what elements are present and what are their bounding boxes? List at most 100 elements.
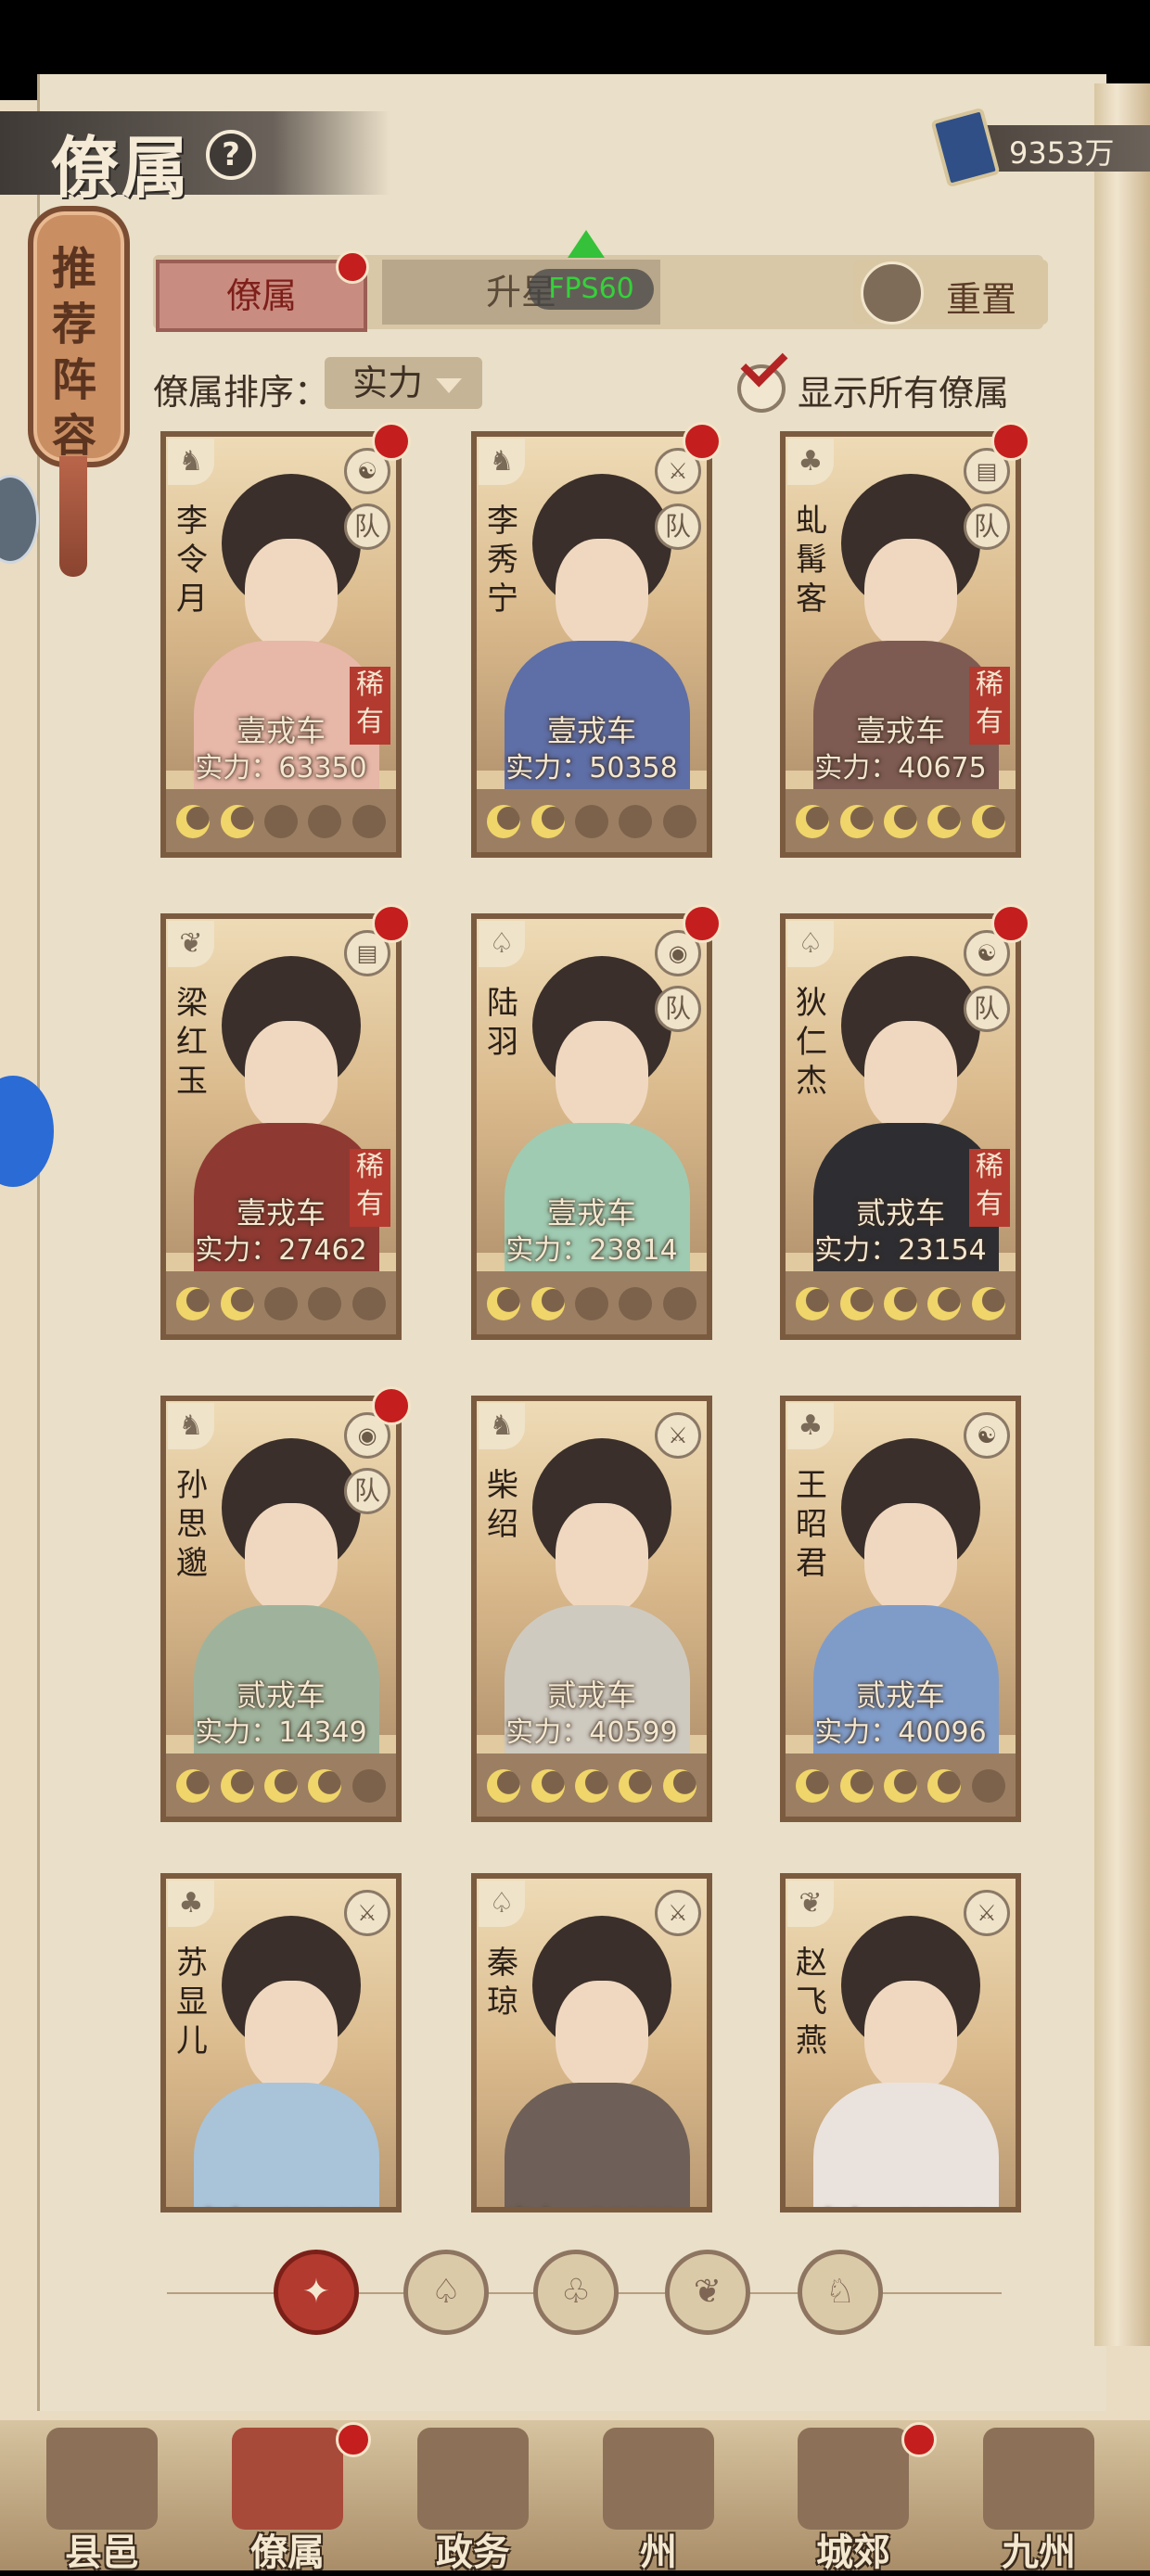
- nav-building-icon: [983, 2428, 1094, 2530]
- portrait-face: [864, 1503, 957, 1614]
- sword-icon: ⚔: [655, 1890, 701, 1936]
- moon-star-empty-icon: [619, 805, 653, 838]
- nav-item[interactable]: 州: [584, 2428, 733, 2574]
- attendant-name: 赵飞燕: [796, 1945, 827, 2060]
- moon-star-lit-icon: [574, 1769, 608, 1803]
- nav-building-icon: [417, 2428, 529, 2530]
- fan-filter-icon[interactable]: ❦: [665, 2250, 750, 2335]
- chevron-down-icon[interactable]: [436, 378, 462, 393]
- all-filter-icon[interactable]: ✦: [274, 2250, 359, 2335]
- moon-star-empty-icon: [574, 805, 608, 838]
- nav-label: 僚属: [250, 2531, 325, 2574]
- moon-star-lit-icon: [839, 1769, 874, 1803]
- cat-icon: ♣: [787, 439, 834, 485]
- tab-notification-dot: [336, 250, 369, 284]
- rat-icon: ♞: [168, 439, 214, 485]
- moon-star-lit-icon: [796, 805, 830, 838]
- portrait-face: [245, 1021, 338, 1132]
- fan-icon: ❦: [168, 921, 214, 967]
- moon-star-lit-icon: [487, 1769, 521, 1803]
- nav-label: 九州: [1002, 2531, 1076, 2574]
- moon-star-lit-icon: [839, 1287, 874, 1320]
- page-title: 僚属: [51, 128, 193, 207]
- reset-label[interactable]: 重置: [946, 271, 1016, 322]
- nav-building-icon: [603, 2428, 714, 2530]
- portrait-body: [505, 2083, 690, 2207]
- moon-star-lit-icon: [796, 1769, 830, 1803]
- moon-star-lit-icon: [220, 1287, 254, 1320]
- attendant-card[interactable]: ♞ 柴绍 ⚔ 贰戎车 实力：40599: [471, 1396, 712, 1822]
- power-label: 实力：40675: [814, 752, 987, 784]
- nav-item[interactable]: 九州: [965, 2428, 1113, 2574]
- attendant-name: 王昭君: [796, 1467, 827, 1582]
- power-label: 实力：63350: [195, 752, 367, 784]
- attendant-card[interactable]: ♣ 虬髯客 ▤ 队稀有 壹戎车 实力：40675: [780, 431, 1021, 858]
- currency-value: 9353万: [1009, 135, 1115, 171]
- nav-item[interactable]: 县邑: [28, 2428, 176, 2574]
- moon-star-empty-icon: [263, 805, 298, 838]
- recommend-lineup-label: 推荐阵容: [51, 243, 96, 462]
- moon-star-empty-icon: [971, 1769, 1005, 1803]
- attendant-card[interactable]: ♞ 李秀宁 ⚔ 队壹戎车 实力：50358: [471, 431, 712, 858]
- attendant-card[interactable]: ♤ 狄仁杰 ☯ 队稀有 贰戎车 实力：23154: [780, 913, 1021, 1340]
- power-label: 实力：23154: [814, 1234, 987, 1267]
- moon-star-lit-icon: [176, 805, 211, 838]
- help-icon[interactable]: ?: [206, 130, 256, 180]
- card-notification-dot: [683, 904, 722, 943]
- portrait-face: [245, 1503, 338, 1614]
- nav-notification-dot: [336, 2422, 371, 2457]
- attendant-card[interactable]: ♣ 苏显儿 ⚔ 实力：39260: [160, 1873, 402, 2213]
- moon-star-lit-icon: [619, 1769, 653, 1803]
- team-badge: 队: [964, 504, 1010, 550]
- sword-icon: ⚔: [655, 1412, 701, 1459]
- attendant-name: 李令月: [176, 503, 208, 618]
- bell-icon: ♤: [787, 921, 834, 967]
- portrait-body: [813, 2083, 999, 2207]
- reset-icon[interactable]: [861, 261, 924, 325]
- moon-star-lit-icon: [927, 1287, 962, 1320]
- star-row: [477, 789, 707, 852]
- team-badge: 队: [344, 1468, 390, 1514]
- sword-icon: ⚔: [344, 1890, 390, 1936]
- power-label: 实力：14349: [195, 1716, 367, 1749]
- moon-star-lit-icon: [530, 1287, 565, 1320]
- moon-star-lit-icon: [883, 1769, 917, 1803]
- fps-arrow-icon: [568, 230, 605, 258]
- moon-star-lit-icon: [176, 1769, 211, 1803]
- attendant-card[interactable]: ♤ 秦琼 ⚔ 实力：39259: [471, 1873, 712, 2213]
- attendant-card[interactable]: ♞ 李令月 ☯ 队稀有 壹戎车 实力：63350: [160, 431, 402, 858]
- moon-star-lit-icon: [883, 1287, 917, 1320]
- star-row: [786, 1271, 1016, 1334]
- moon-star-lit-icon: [220, 1769, 254, 1803]
- attendant-card[interactable]: ♞ 孙思邈 ◉ 队贰戎车 实力：14349: [160, 1396, 402, 1822]
- cat-filter-icon[interactable]: ♧: [533, 2250, 619, 2335]
- team-badge: 队: [655, 504, 701, 550]
- attendant-name: 秦琼: [487, 1945, 518, 2021]
- attendant-card[interactable]: ♣ 王昭君 ☯ 贰戎车 实力：40096: [780, 1396, 1021, 1822]
- power-label: 实力：38556: [786, 2200, 1016, 2207]
- moon-star-lit-icon: [308, 1769, 342, 1803]
- attendant-card[interactable]: ♤ 陆羽 ◉ 队壹戎车 实力：23814: [471, 913, 712, 1340]
- nav-label: 城郊: [816, 2531, 890, 2574]
- moon-star-lit-icon: [927, 1769, 962, 1803]
- nav-label: 州: [640, 2531, 677, 2574]
- power-label: 实力：27462: [195, 1234, 367, 1267]
- attendant-card[interactable]: ❦ 赵飞燕 ⚔ 实力：38556: [780, 1873, 1021, 2213]
- power-label: 实力：50358: [505, 752, 678, 784]
- portrait-face: [245, 1981, 338, 2092]
- moon-star-lit-icon: [487, 1287, 521, 1320]
- fps-overlay: FPS60: [529, 269, 654, 310]
- portrait-face: [245, 539, 338, 650]
- portrait-face: [556, 539, 648, 650]
- team-badge: 队: [344, 504, 390, 550]
- attendant-name: 陆羽: [487, 985, 518, 1061]
- rat-filter-icon[interactable]: ♘: [798, 2250, 883, 2335]
- nav-item[interactable]: 政务: [399, 2428, 547, 2574]
- moon-star-lit-icon: [530, 805, 565, 838]
- bell-filter-icon[interactable]: ♤: [403, 2250, 489, 2335]
- team-badge: 队: [964, 986, 1010, 1032]
- attendant-card[interactable]: ❦ 梁红玉 ▤ 稀有 壹戎车 实力：27462: [160, 913, 402, 1340]
- moon-star-lit-icon: [263, 1769, 298, 1803]
- attendant-name: 狄仁杰: [796, 985, 827, 1100]
- show-all-label[interactable]: 显示所有僚属: [798, 364, 1009, 415]
